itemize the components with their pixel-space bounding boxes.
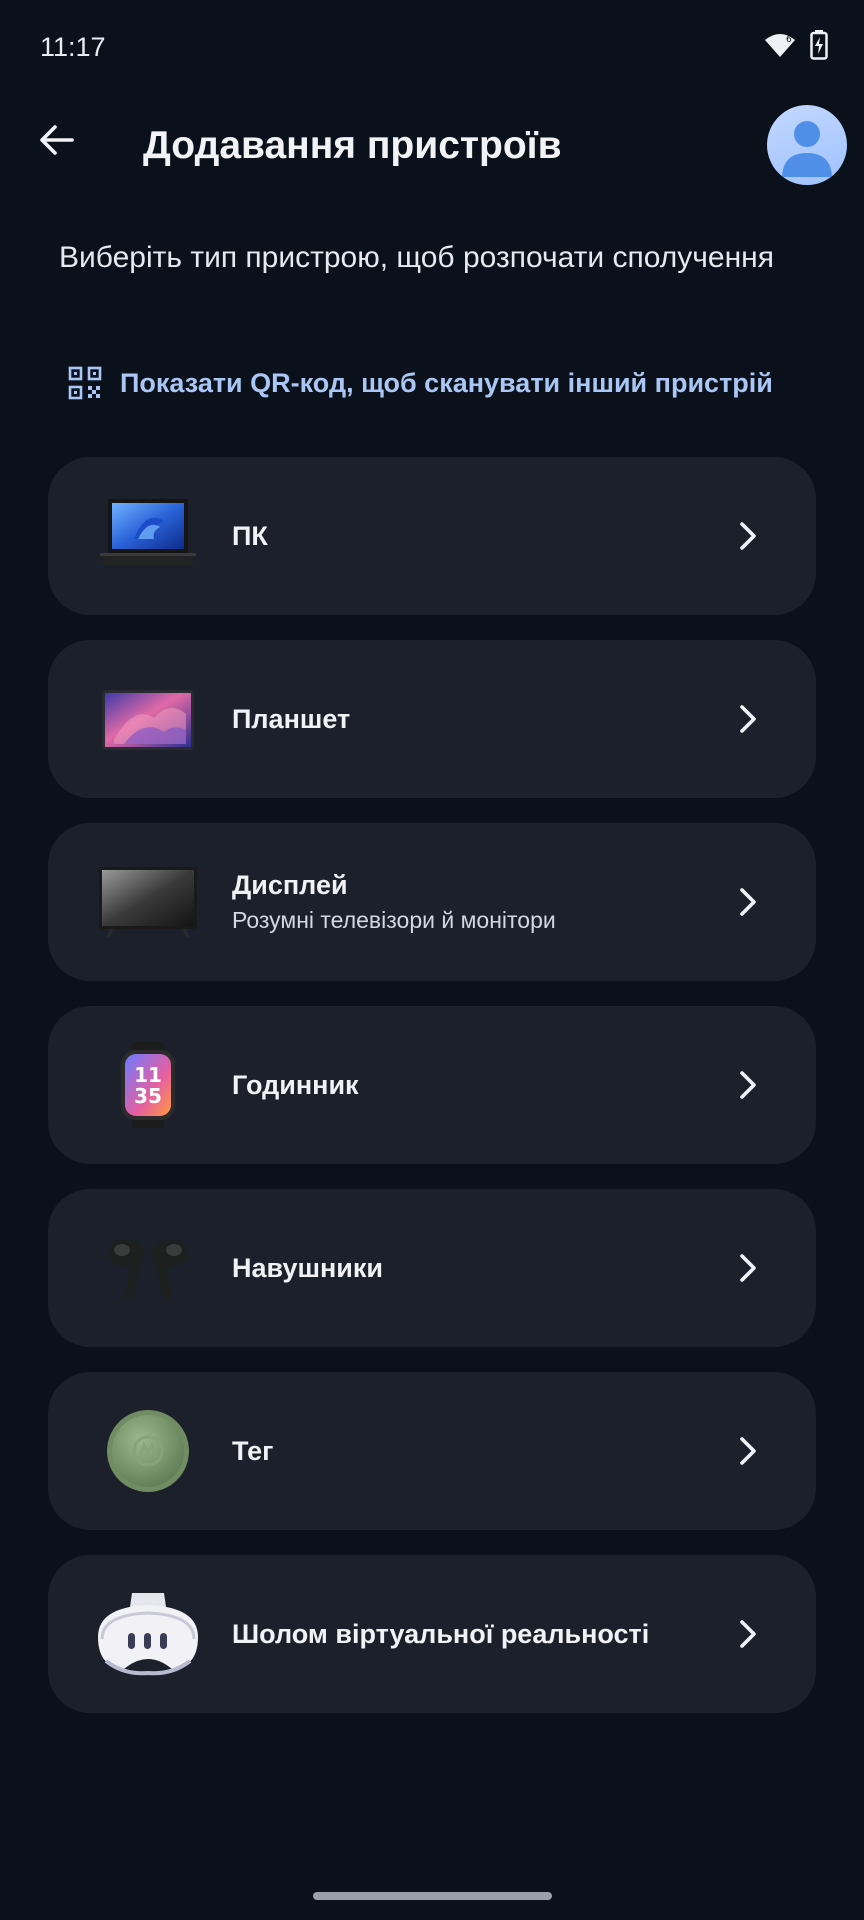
- device-subtitle: Розумні телевізори й монітори: [232, 907, 556, 933]
- device-card-tag[interactable]: Тег: [48, 1372, 816, 1530]
- tv-icon: [99, 867, 197, 938]
- device-thumb: [94, 491, 202, 581]
- device-name: Годинник: [232, 1069, 359, 1100]
- device-text: Планшет: [232, 640, 350, 798]
- device-thumb: [94, 1406, 202, 1496]
- device-thumb: 11 35: [94, 1040, 202, 1130]
- tag-icon: [107, 1410, 189, 1492]
- device-name: Шолом віртуальної реальності: [232, 1618, 650, 1649]
- arrow-left-icon: [40, 125, 74, 155]
- device-text: ПК: [232, 457, 268, 615]
- chevron-right-icon: [740, 1620, 756, 1648]
- page-title: Додавання пристроїв: [143, 124, 562, 167]
- device-text: Навушники: [232, 1189, 383, 1347]
- screen: 11:17 6 Додавання пристроїв Виберіть тип…: [0, 0, 864, 1920]
- status-bar: 11:17 6: [0, 0, 864, 96]
- chevron-right-icon: [740, 1254, 756, 1282]
- wifi-icon: 6: [765, 34, 795, 57]
- device-text: Годинник: [232, 1006, 359, 1164]
- qr-link-label: Показати QR-код, щоб сканувати інший при…: [120, 367, 773, 398]
- tablet-icon: [102, 690, 194, 750]
- device-card-pc[interactable]: ПК: [48, 457, 816, 615]
- device-card-vr-headset[interactable]: Шолом віртуальної реальності: [48, 1555, 816, 1713]
- device-card-watch[interactable]: 11 35 Годинник: [48, 1006, 816, 1164]
- intro-text: Виберіть тип пристрою, щоб розпочати спо…: [59, 241, 774, 274]
- chevron-right-icon: [740, 1071, 756, 1099]
- device-name: Навушники: [232, 1252, 383, 1283]
- svg-text:6: 6: [786, 35, 792, 45]
- device-text: Тег: [232, 1372, 273, 1530]
- device-text: Шолом віртуальної реальності: [232, 1555, 649, 1713]
- account-avatar-icon: [782, 121, 832, 177]
- vr-headset-icon: [98, 1593, 198, 1676]
- battery-charging-icon: [810, 30, 828, 60]
- earbuds-icon: [108, 1239, 188, 1299]
- account-avatar[interactable]: [767, 105, 847, 185]
- watch-face-minute: 35: [134, 1084, 162, 1108]
- device-text: Дисплей Розумні телевізори й монітори: [232, 823, 556, 981]
- chevron-right-icon: [740, 522, 756, 550]
- device-thumb: [94, 674, 202, 764]
- laptop-icon: [100, 499, 196, 565]
- device-thumb: [94, 1589, 202, 1679]
- watch-icon: 11 35: [121, 1042, 175, 1128]
- device-card-display[interactable]: Дисплей Розумні телевізори й монітори: [48, 823, 816, 981]
- device-name: Тег: [232, 1435, 274, 1466]
- home-indicator[interactable]: [313, 1892, 552, 1900]
- device-card-tablet[interactable]: Планшет: [48, 640, 816, 798]
- chevron-right-icon: [740, 888, 756, 916]
- device-thumb: [94, 857, 202, 947]
- device-list: ПК Планшет Дисплей Розумні телевізори й …: [48, 457, 816, 1738]
- chevron-right-icon: [740, 1437, 756, 1465]
- device-card-earbuds[interactable]: Навушники: [48, 1189, 816, 1347]
- back-button[interactable]: [28, 112, 84, 168]
- status-icons: 6: [764, 30, 828, 60]
- device-name: ПК: [232, 520, 268, 551]
- device-thumb: [94, 1223, 202, 1313]
- qr-code-icon: [68, 366, 102, 400]
- device-name: Дисплей: [232, 870, 348, 900]
- status-time: 11:17: [40, 32, 106, 62]
- show-qr-code-link[interactable]: Показати QR-код, щоб сканувати інший при…: [68, 366, 773, 400]
- device-name: Планшет: [232, 703, 351, 734]
- chevron-right-icon: [740, 705, 756, 733]
